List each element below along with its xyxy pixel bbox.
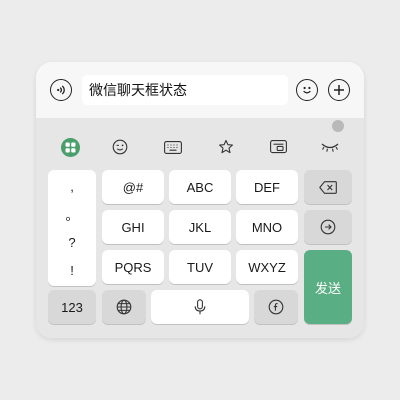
key-mno[interactable]: MNO: [236, 210, 298, 244]
keyboard: , 。 ? ! @# ABC DEF GHI JKL MNO PQRS TUV: [36, 118, 364, 338]
font-switch-button[interactable]: [254, 290, 298, 324]
key-symbols[interactable]: @#: [102, 170, 164, 204]
font-circle-icon: [268, 299, 284, 315]
keyboard-switch-button[interactable]: [160, 132, 186, 162]
plus-icon: [334, 85, 344, 95]
punct-exclaim-key[interactable]: !: [48, 258, 96, 282]
backspace-icon: [319, 180, 337, 194]
chat-input-panel: 微信聊天框状态 , 。 ? ! @# ABC DEF GHI JKL MNO P…: [36, 62, 364, 338]
message-input-text: 微信聊天框状态: [89, 82, 187, 98]
star-icon: [219, 139, 233, 154]
numbers-key[interactable]: 123: [48, 290, 96, 324]
key-wxyz[interactable]: WXYZ: [236, 250, 298, 284]
next-button[interactable]: [304, 210, 352, 244]
wechat-logo-button[interactable]: [57, 132, 83, 162]
input-bar: 微信聊天框状态: [36, 62, 364, 118]
keyboard-toolbar: [36, 132, 364, 162]
collapse-eye-icon: [321, 143, 339, 152]
punct-question-key[interactable]: ?: [48, 230, 96, 254]
keyboard-icon: [164, 140, 182, 154]
key-ghi[interactable]: GHI: [102, 210, 164, 244]
space-voice-key[interactable]: [151, 290, 249, 324]
language-switch-button[interactable]: [102, 290, 146, 324]
more-options-button[interactable]: [328, 79, 350, 101]
voice-icon: [57, 85, 65, 95]
backspace-button[interactable]: [304, 170, 352, 204]
key-def[interactable]: DEF: [236, 170, 298, 204]
smiley-icon: [303, 86, 311, 94]
key-tuv[interactable]: TUV: [169, 250, 231, 284]
avatar-icon: [332, 120, 344, 132]
emoji-wink-icon: [112, 139, 128, 155]
key-jkl[interactable]: JKL: [169, 210, 231, 244]
globe-icon: [116, 299, 132, 315]
message-input[interactable]: 微信聊天框状态: [82, 75, 288, 105]
key-abc[interactable]: ABC: [169, 170, 231, 204]
emoji-wink-button[interactable]: [107, 132, 133, 162]
punctuation-column: , 。 ? !: [48, 170, 96, 286]
send-button[interactable]: 发送: [304, 250, 352, 324]
arrow-right-circle-icon: [320, 219, 336, 235]
voice-input-button[interactable]: [50, 79, 72, 101]
collapse-keyboard-button[interactable]: [317, 132, 343, 162]
clipboard-icon: [269, 139, 287, 153]
emoji-button[interactable]: [296, 79, 318, 101]
microphone-icon: [194, 299, 206, 315]
punct-period-key[interactable]: 。: [48, 202, 96, 226]
wechat-logo-icon: [60, 137, 80, 157]
favorites-button[interactable]: [213, 132, 239, 162]
clipboard-button[interactable]: [265, 132, 291, 162]
key-pqrs[interactable]: PQRS: [102, 250, 164, 284]
punct-comma-key[interactable]: ,: [48, 174, 96, 198]
